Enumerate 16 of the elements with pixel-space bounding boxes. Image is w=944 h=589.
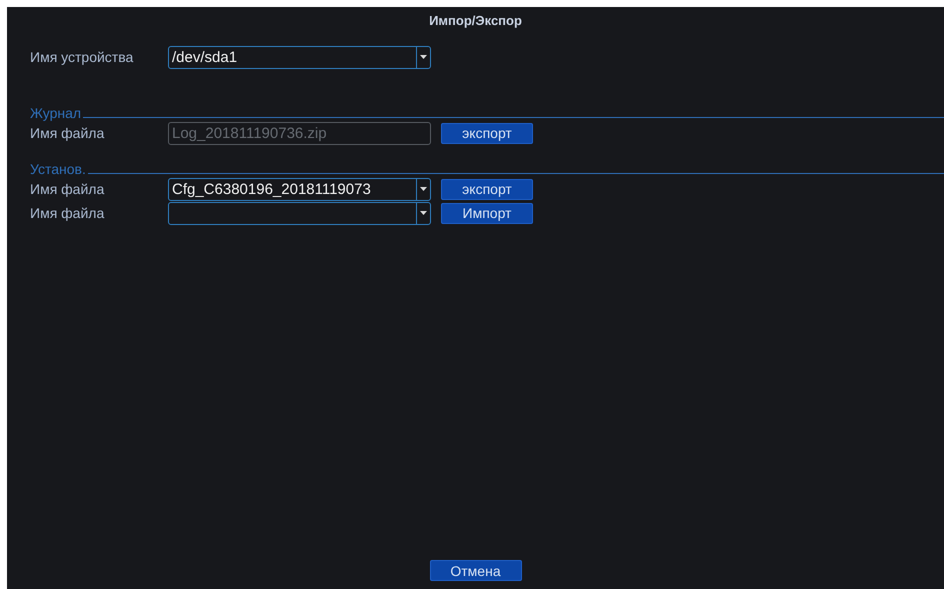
section-title: Журнал	[30, 105, 82, 121]
field-label: Имя файла	[30, 125, 106, 141]
field-label: Имя устройства	[30, 49, 134, 65]
section-title: Установ.	[30, 161, 86, 177]
caret-icon	[420, 187, 427, 191]
dropdown-field[interactable]: Cfg_C6380196_20181119073	[168, 178, 431, 200]
field-label: Имя файла	[30, 205, 106, 221]
action-button[interactable]: экспорт	[441, 178, 533, 200]
window-title: Импор/Экспор	[428, 13, 523, 28]
caret-icon	[420, 55, 427, 59]
cancel-button[interactable]: Отмена	[430, 560, 522, 581]
caret-icon	[420, 211, 427, 215]
action-button[interactable]: Импорт	[441, 202, 533, 224]
dropdown-field[interactable]	[168, 202, 431, 224]
dropdown-field[interactable]: /dev/sda1	[168, 46, 431, 68]
field-label: Имя файла	[30, 181, 106, 197]
